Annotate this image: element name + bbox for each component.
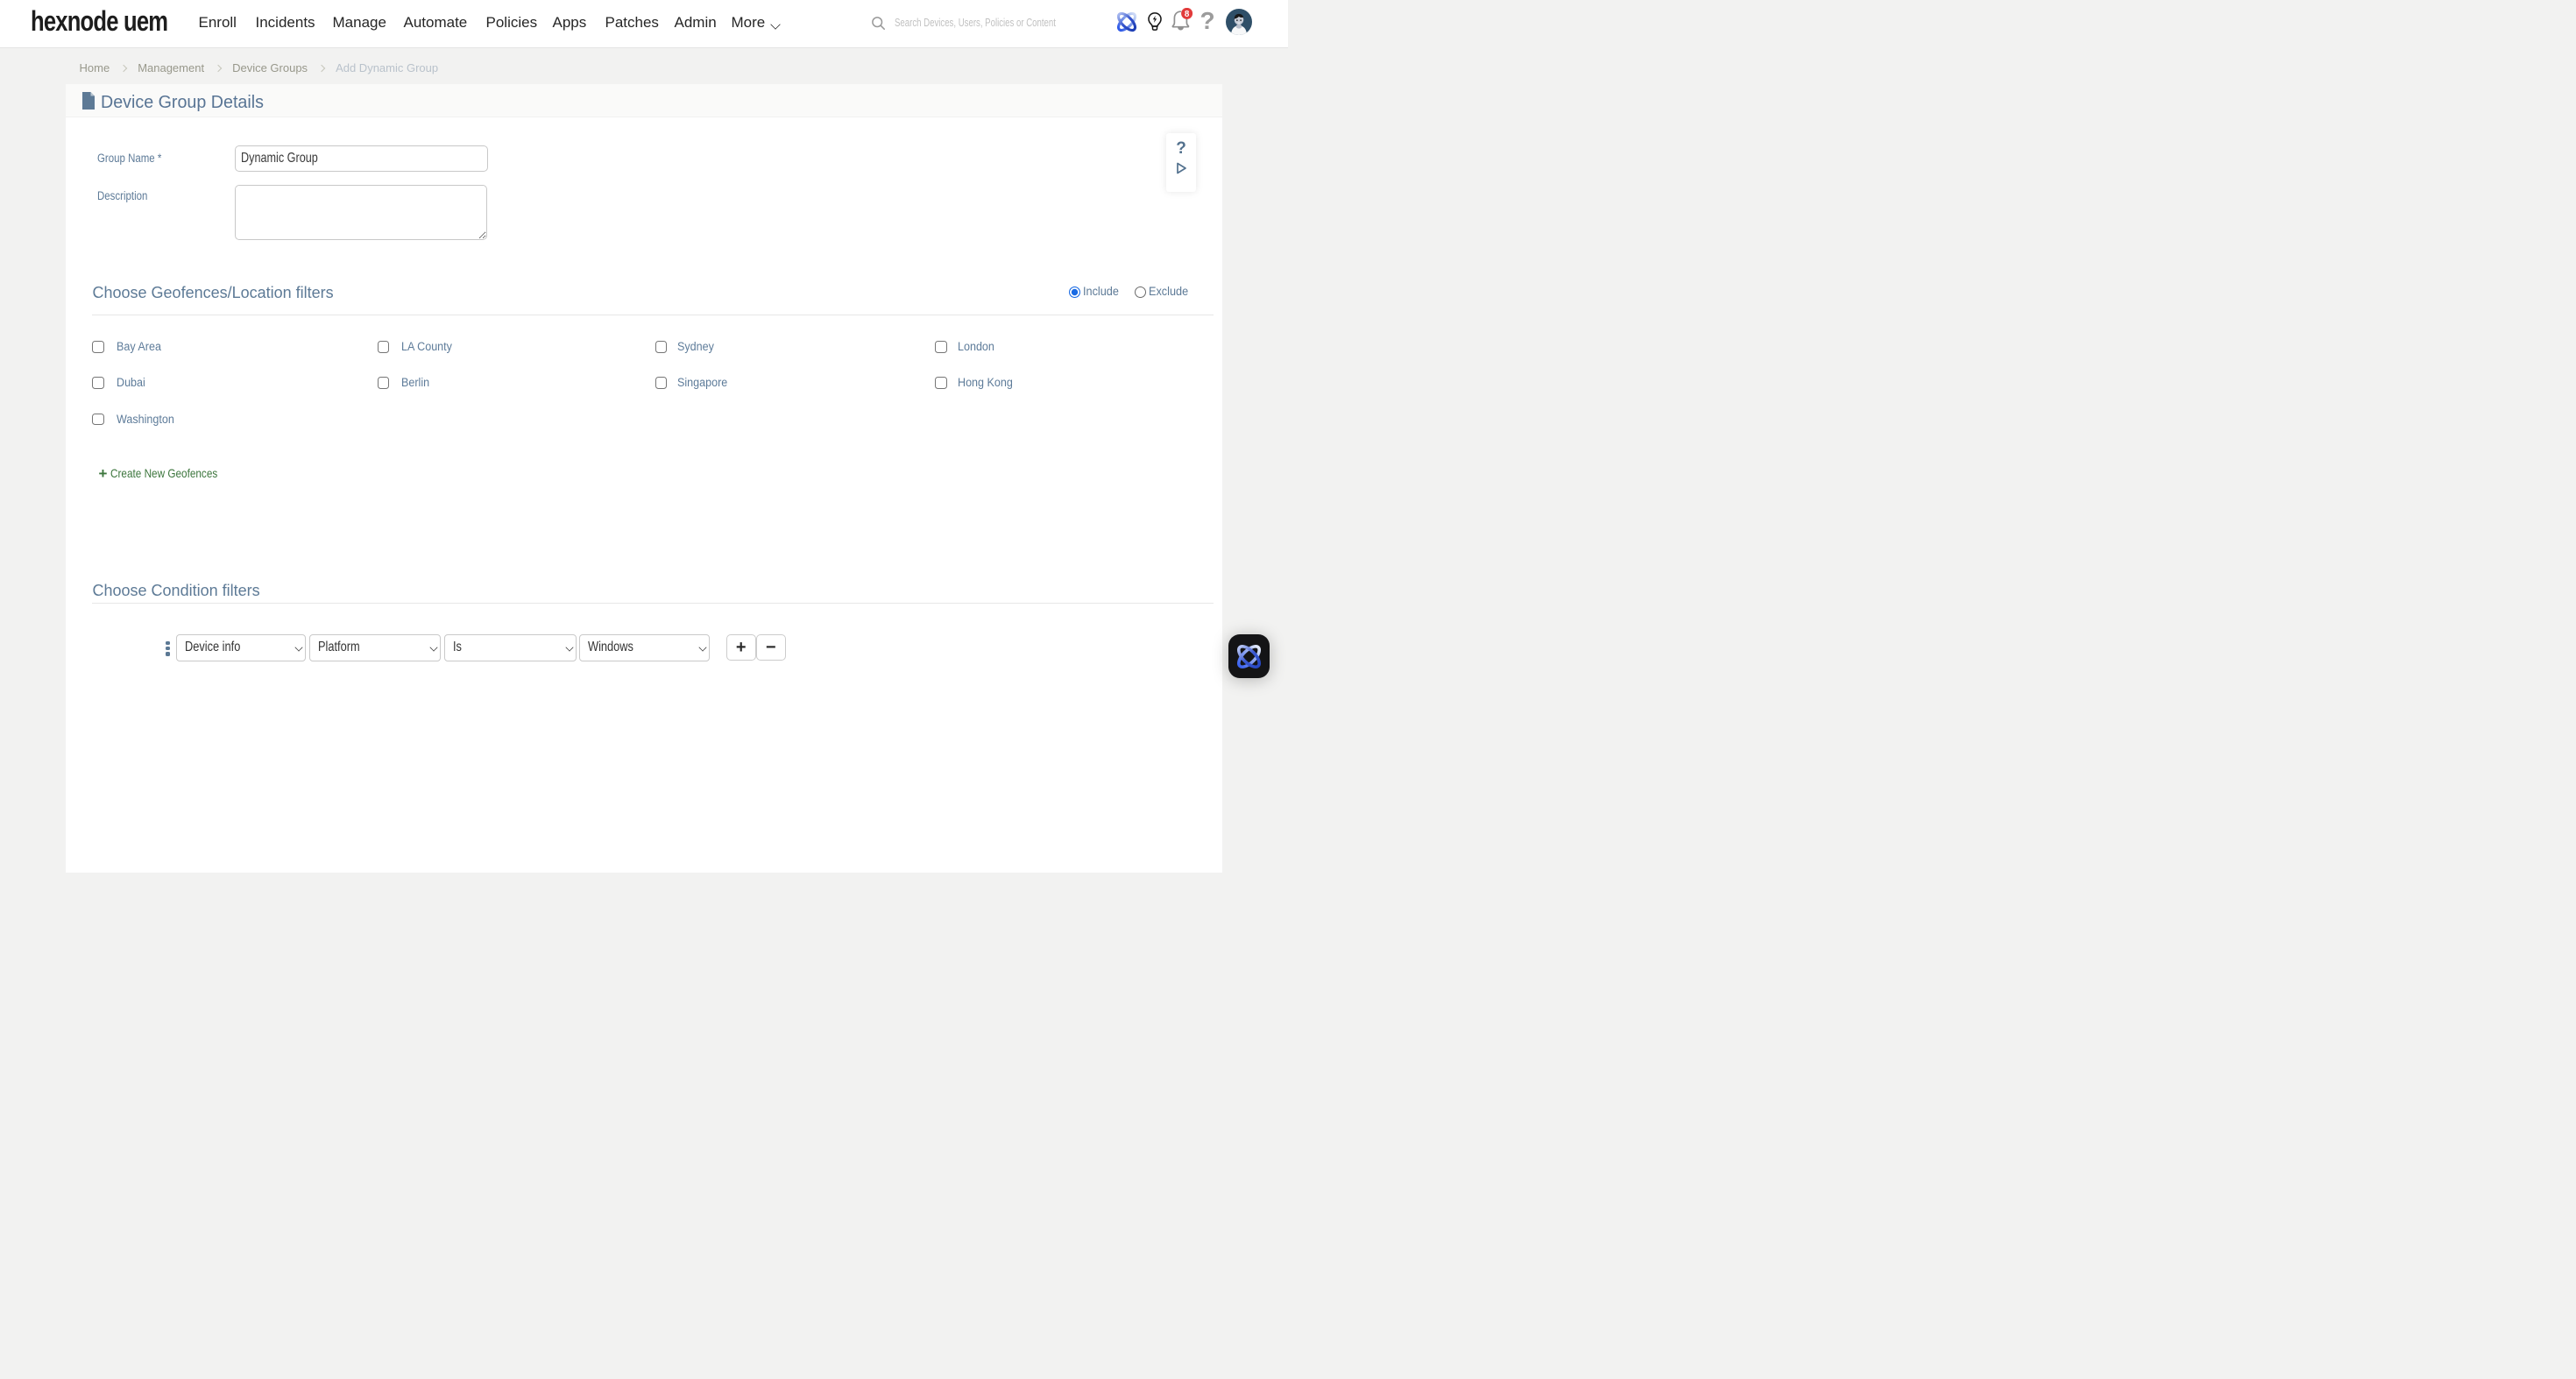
svg-text:8: 8 (1185, 10, 1190, 19)
